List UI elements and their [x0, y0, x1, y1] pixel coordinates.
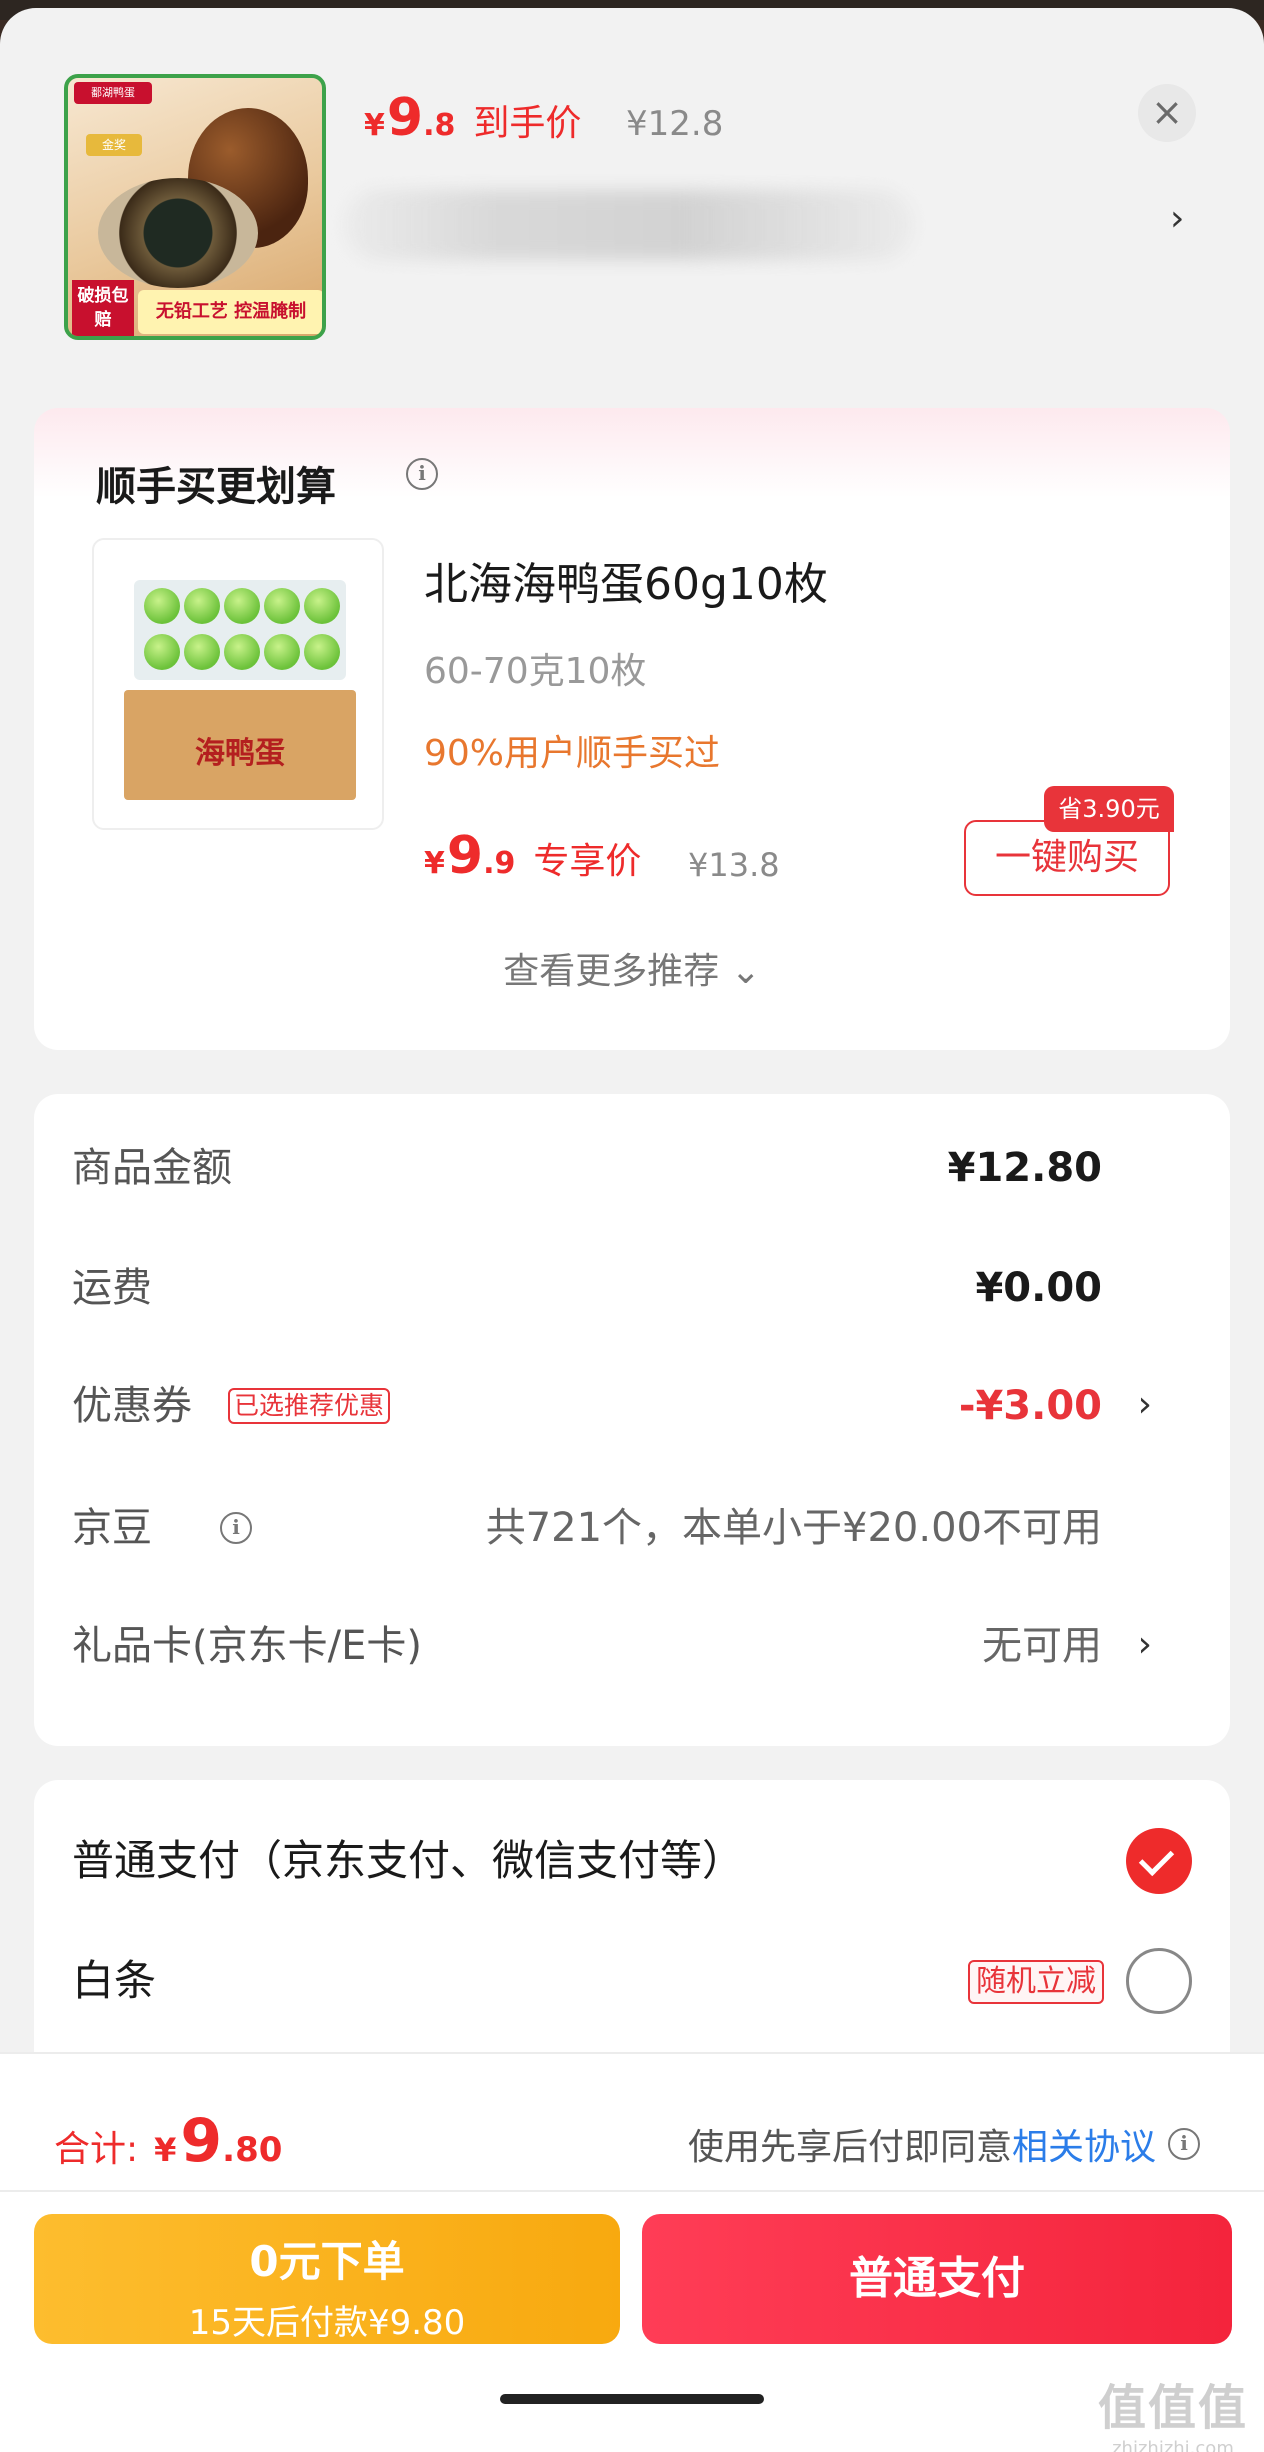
info-icon[interactable]: i [406, 458, 438, 490]
jd-beans-row: 京豆 i 共721个，本单小于¥20.00不可用 [72, 1498, 1192, 1558]
info-icon[interactable]: i [1168, 2128, 1200, 2160]
price-label: 专享价 [533, 841, 642, 882]
agreement-prefix: 使用先享后付即同意 [687, 2127, 1012, 2168]
coupon-label: 优惠券 [72, 1383, 192, 1429]
save-badge: 省3.90元 [1044, 786, 1174, 832]
recommend-item-hint: 90%用户顺手买过 [424, 733, 721, 774]
egg-image [304, 634, 340, 670]
egg-image [144, 588, 180, 624]
original-price: ¥12.8 [626, 104, 724, 144]
watermark-url: zhizhizhi.com [1112, 2438, 1234, 2452]
thumb-badge-right: 无铅工艺 控温腌制 [138, 290, 322, 334]
egg-image [264, 634, 300, 670]
egg-image [304, 588, 340, 624]
recommend-item-name[interactable]: 北海海鸭蛋60g10枚 [424, 548, 828, 612]
zero-down-title: 0元下单 [249, 2237, 405, 2286]
zero-down-order-button[interactable]: 0元下单 15天后付款¥9.80 [34, 2214, 620, 2344]
zero-down-subtitle: 15天后付款¥9.80 [188, 2303, 466, 2343]
egg-image [264, 588, 300, 624]
info-icon[interactable]: i [220, 1512, 252, 1544]
goods-amount-label: 商品金额 [72, 1145, 232, 1191]
product-thumbnail[interactable]: 鄱湖鸭蛋 金奖 破损包赔 无铅工艺 控温腌制 [64, 74, 326, 340]
jd-beans-value: 共721个，本单小于¥20.00不可用 [485, 1505, 1102, 1551]
price-integer: 9 [386, 88, 424, 148]
coupon-tag: 已选推荐优惠 [228, 1388, 391, 1424]
gift-card-row[interactable]: 礼品卡(京东卡/E卡) 无可用 › [72, 1616, 1192, 1676]
total-decimal: .80 [222, 2130, 283, 2170]
total-amount: 合计: ¥ 9 .80 [54, 2106, 282, 2176]
total-currency: ¥ [154, 2131, 177, 2169]
chevron-right-icon: › [1137, 1624, 1152, 1665]
home-indicator[interactable] [500, 2394, 764, 2404]
close-button[interactable]: × [1138, 84, 1196, 142]
carton-label: 海鸭蛋 [195, 736, 285, 771]
egg-image [184, 588, 220, 624]
price-currency: ¥ [424, 846, 445, 881]
thumb-gold-tag: 金奖 [86, 134, 142, 156]
recommend-item-thumbnail[interactable]: 海鸭蛋 [92, 538, 384, 830]
normal-pay-button[interactable]: 普通支付 [642, 2214, 1232, 2344]
gift-card-label: 礼品卡(京东卡/E卡) [72, 1623, 422, 1669]
gift-card-value: 无可用 [982, 1623, 1102, 1669]
total-label: 合计: [54, 2129, 139, 2170]
goods-amount-value: ¥12.80 [947, 1145, 1102, 1191]
price-label: 到手价 [473, 103, 582, 144]
egg-image [184, 634, 220, 670]
thumb-badge-left: 破损包赔 [72, 280, 134, 336]
payment-method-card: 普通支付（京东支付、微信支付等） 白条 随机立减 [34, 1780, 1230, 2080]
goods-amount-row: 商品金额 ¥12.80 [72, 1138, 1192, 1198]
recommend-title: 顺手买更划算 [96, 464, 336, 510]
recommend-item-price: ¥ 9 .9 专享价 [424, 826, 641, 886]
shipping-value: ¥0.00 [975, 1265, 1102, 1311]
checkout-sheet: 鄱湖鸭蛋 金奖 破损包赔 无铅工艺 控温腌制 ¥ 9 .8 到手价 ¥12.8 … [0, 8, 1264, 2452]
normal-pay-option[interactable]: 普通支付（京东支付、微信支付等） [72, 1828, 1192, 1894]
chevron-right-icon: › [1137, 1384, 1152, 1425]
egg-tray-image [134, 580, 346, 680]
price-currency: ¥ [364, 108, 385, 143]
egg-image [224, 634, 260, 670]
total-integer: 9 [180, 2106, 223, 2176]
shipping-row: 运费 ¥0.00 [72, 1258, 1192, 1318]
more-recommend-link[interactable]: 查看更多推荐 ⌄ [34, 942, 1230, 994]
agreement-link[interactable]: 相关协议 [1012, 2118, 1156, 2170]
egg-cut-image [98, 178, 258, 288]
watermark-logo: 值值值 [1097, 2380, 1248, 2436]
shipping-label: 运费 [72, 1265, 152, 1311]
chevron-right-icon[interactable]: › [1170, 198, 1184, 239]
recommend-card: 顺手买更划算 i 海鸭蛋 北海海鸭蛋60g10枚 60-70克10枚 90%用户… [34, 408, 1230, 1050]
blurred-product-title [344, 190, 914, 260]
normal-pay-label: 普通支付（京东支付、微信支付等） [72, 1836, 745, 1885]
baitiao-option[interactable]: 白条 随机立减 [72, 1948, 1192, 2014]
close-icon: × [1151, 90, 1183, 134]
random-discount-tag: 随机立减 [968, 1960, 1104, 2004]
coupon-value: -¥3.00 [958, 1383, 1102, 1429]
recommend-item-spec: 60-70克10枚 [424, 651, 647, 692]
divider [0, 2190, 1264, 2192]
checkout-footer: 合计: ¥ 9 .80 使用先享后付即同意 相关协议 i 0元下单 15天后付款… [0, 2052, 1264, 2452]
check-icon[interactable] [1126, 1828, 1192, 1894]
recommend-original-price: ¥13.8 [688, 846, 780, 884]
baitiao-label: 白条 [72, 1956, 157, 2005]
coupon-row[interactable]: 优惠券 已选推荐优惠 -¥3.00 › [72, 1376, 1192, 1436]
agreement-text: 使用先享后付即同意 相关协议 i [688, 2118, 1200, 2170]
watermark: 值值值 zhizhizhi.com [1098, 2368, 1248, 2452]
price-decimal: .8 [423, 108, 456, 143]
jd-beans-label: 京豆 [72, 1505, 152, 1551]
radio-button[interactable] [1126, 1948, 1192, 2014]
egg-image [144, 634, 180, 670]
cost-summary-card: 商品金额 ¥12.80 运费 ¥0.00 优惠券 已选推荐优惠 -¥3.00 ›… [34, 1094, 1230, 1746]
price-decimal: .9 [483, 846, 516, 881]
egg-image [224, 588, 260, 624]
price-integer: 9 [446, 826, 484, 886]
product-price: ¥ 9 .8 到手价 [364, 88, 581, 148]
thumb-brand-tag: 鄱湖鸭蛋 [74, 82, 152, 104]
